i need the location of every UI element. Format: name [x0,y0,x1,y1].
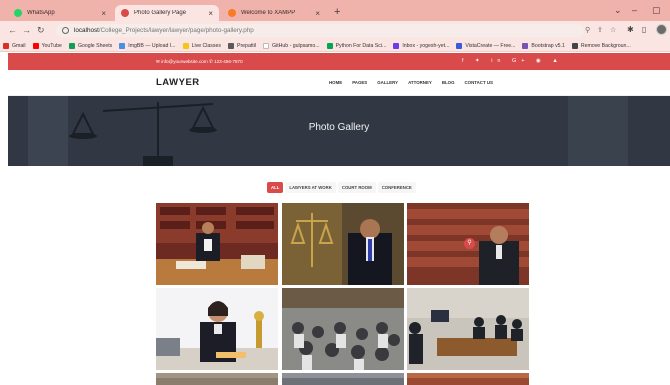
mail-icon [393,42,400,49]
menu-attorney[interactable]: ATTORNEY [408,80,432,85]
bookmark-icon [182,42,189,49]
sheets-icon [68,42,75,49]
back-icon[interactable]: ← [8,25,17,35]
menu-gallery[interactable]: GALLERY [377,80,398,85]
bookmark-label: Remove Backgroun... [580,42,631,49]
gallery-filters: ALL LAWYERS AT WORK COURT ROOM CONFERENC… [267,182,418,193]
close-icon[interactable]: × [208,9,213,18]
tab-title: Welcome to XAMPP [241,10,296,16]
new-tab-icon[interactable]: + [334,7,340,18]
bookmark-label: Gmail [12,42,26,49]
bookmark-inbox[interactable]: Inbox - yogesh-yet... [393,42,450,49]
imgbb-icon [119,42,126,49]
close-icon[interactable]: × [315,9,320,18]
contact-info: ✉ info@yourwebsite.com ✆ 123-456-7870 [156,59,243,64]
star-icon[interactable]: ☆ [610,26,616,34]
bookmark-label: VistaCreate — Free... [465,42,516,49]
url-input[interactable]: localhost /College_Projects/lawyer/lawye… [56,24,584,37]
menu-blog[interactable]: BLOG [442,80,455,85]
tab-photo-gallery[interactable]: Photo Gallery Page × [115,5,219,21]
share-icon[interactable]: ⇪ [597,26,603,34]
filter-conference[interactable]: CONFERENCE [377,182,416,193]
whatsapp-icon [14,9,22,17]
hero-banner: Photo Gallery [8,96,670,166]
gallery-photo-courtroom[interactable] [282,288,404,370]
bookmark-label: YouTube [41,42,62,49]
maximize-icon[interactable]: ▢ [652,5,661,16]
zoom-icon[interactable]: ⚲ [464,238,475,249]
bootstrap-icon [522,42,529,49]
gallery-photo-lawyer-at-desk[interactable] [156,203,278,285]
bookmark-label: Inbox - yogesh-yet... [402,42,450,49]
social-icons[interactable]: f ✦ in G+ ◉ ▲ [462,58,563,64]
scales-icon [121,9,129,17]
bookmark-label: Bootstrap v5.1 [531,42,565,49]
bookmark-gmail[interactable]: Gmail [3,42,26,49]
tab-title: WhatsApp [27,10,55,16]
bookmark-remove-bg[interactable]: Remove Backgroun... [571,42,631,49]
bookmark-youtube[interactable]: YouTube [32,42,62,49]
forward-icon[interactable]: → [22,25,31,35]
bookmark-label: GitHub - gulpsamo... [272,42,320,49]
bookmark-label: Google Sheets [77,42,113,49]
filter-all[interactable]: ALL [267,182,284,193]
profile-avatar[interactable] [656,24,667,35]
bookmark-vistacreate[interactable]: VistaCreate — Free... [456,42,516,49]
remove-bg-icon [571,42,578,49]
page-title: Photo Gallery [308,122,370,133]
address-bar-row: ← → ↻ localhost /College_Projects/lawyer… [0,21,670,40]
vistacreate-icon [456,42,463,49]
prepattil-icon [227,42,234,49]
python-icon [326,42,333,49]
bookmark-label: Live Classes [191,42,221,49]
tab-title: Photo Gallery Page [134,10,187,16]
youtube-icon [32,42,39,49]
bookmark-prepattil[interactable]: Prepattil [227,42,257,49]
gallery-photo-row3-3[interactable] [407,373,529,385]
filter-lawyers-at-work[interactable]: LAWYERS AT WORK [285,182,336,193]
contact-strip: ✉ info@yourwebsite.com ✆ 123-456-7870 f … [8,53,670,70]
menu-pages[interactable]: PAGES [352,80,367,85]
main-menu: HOME PAGES GALLERY ATTORNEY BLOG CONTACT… [329,80,503,85]
url-host: localhost [74,27,99,34]
site-logo[interactable]: LAWYER [156,77,200,88]
bookmarks-bar: Gmail YouTube Google Sheets ImgBB — Uplo… [0,40,670,52]
chevron-down-icon[interactable]: ⌄ [614,5,622,16]
search-icon[interactable]: ⚲ [585,26,590,34]
gallery-photo-female-lawyer[interactable] [156,288,278,370]
xampp-icon [228,9,236,17]
tab-xampp[interactable]: Welcome to XAMPP × [222,5,326,21]
filter-court-room[interactable]: COURT ROOM [337,182,376,193]
menu-home[interactable]: HOME [329,80,342,85]
bookmark-live-classes[interactable]: Live Classes [182,42,221,49]
reload-icon[interactable]: ↻ [37,25,45,35]
tab-whatsapp[interactable]: WhatsApp × [8,5,112,21]
gallery-photo-library-lawyer[interactable]: ⚲ [407,203,529,285]
bookmark-label: Python For Data Sci... [335,42,387,49]
bookmark-imgbb[interactable]: ImgBB — Upload I... [119,42,176,49]
gallery-photo-conference[interactable] [407,288,529,370]
gallery-photo-row3-2[interactable] [282,373,404,385]
bookmark-label: ImgBB — Upload I... [128,42,176,49]
gallery-photo-lawyer-portrait[interactable] [282,203,404,285]
bookmark-github[interactable]: GitHub - gulpsamo... [263,42,320,49]
github-icon [263,42,270,49]
gmail-icon [3,42,9,49]
menu-contact[interactable]: CONTACT US [465,80,493,85]
info-icon [62,27,69,34]
bookmark-label: Prepattil [236,42,257,49]
minimize-icon[interactable]: – [632,5,637,15]
bookmark-bootstrap[interactable]: Bootstrap v5.1 [522,42,565,49]
url-path: /College_Projects/lawyer/lawyer/page/pho… [98,27,254,34]
browser-tab-strip: WhatsApp × Photo Gallery Page × Welcome … [0,0,670,21]
bookmark-google-sheets[interactable]: Google Sheets [68,42,113,49]
extensions-icon[interactable]: ✱ [627,25,634,34]
bookmark-python[interactable]: Python For Data Sci... [326,42,387,49]
sidepanel-icon[interactable]: ▯ [642,25,646,34]
close-icon[interactable]: × [101,9,106,18]
gallery-photo-row3-1[interactable] [156,373,278,385]
site-navbar: LAWYER HOME PAGES GALLERY ATTORNEY BLOG … [8,70,670,96]
